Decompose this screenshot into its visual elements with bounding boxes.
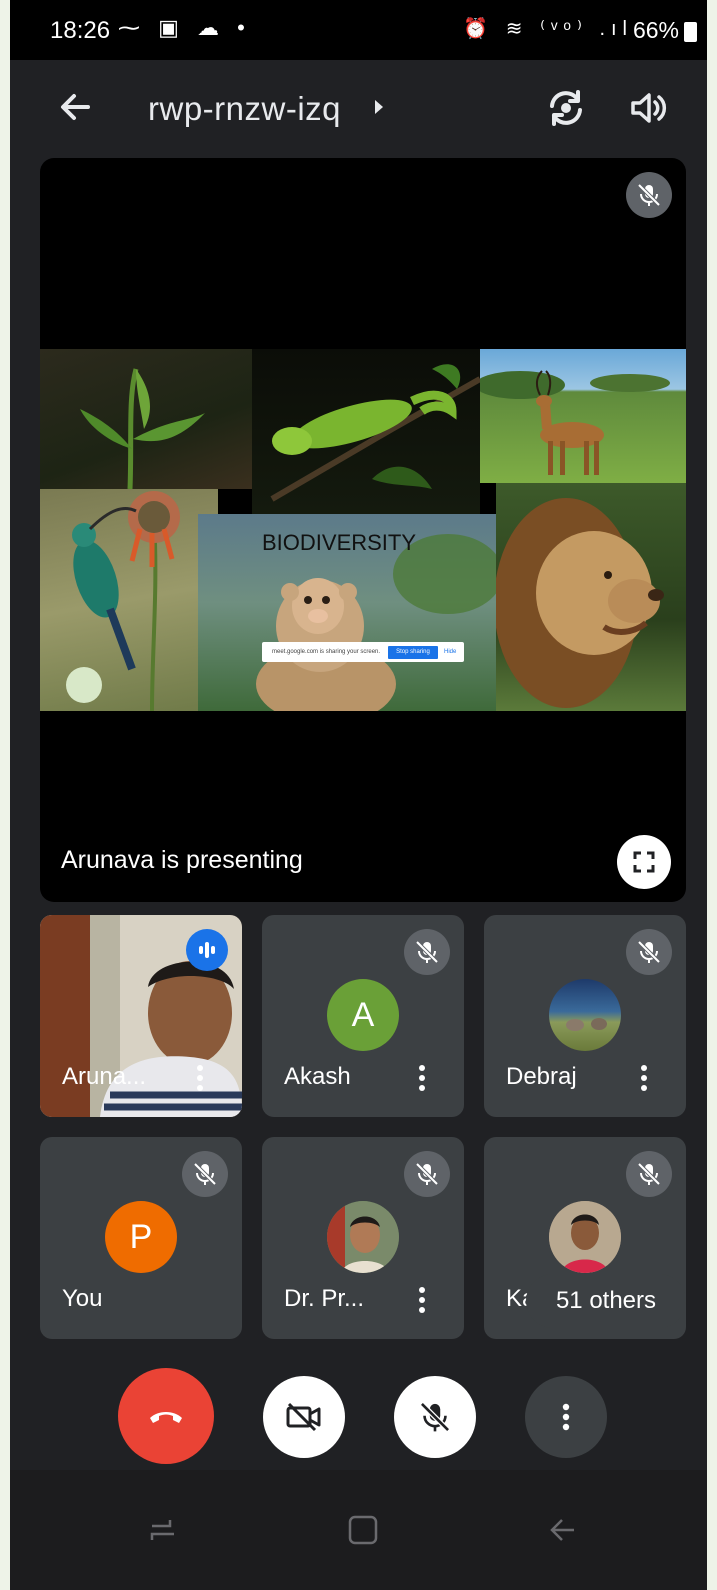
mic-off-badge: [404, 1151, 450, 1197]
back-button[interactable]: [54, 86, 96, 128]
camera-off-icon: [286, 1402, 321, 1432]
status-time: 18:26: [50, 17, 111, 44]
mic-off-icon: [415, 1162, 439, 1186]
mic-off-badge: [182, 1151, 228, 1197]
switch-camera-icon: [550, 90, 582, 126]
others-count-pill[interactable]: 51 others: [526, 1274, 686, 1328]
mic-off-badge: [626, 929, 672, 975]
participant-tile-you[interactable]: P You: [40, 1137, 242, 1339]
avatar: [549, 979, 621, 1051]
avatar: P: [105, 1201, 177, 1273]
presentation-tile[interactable]: BIODIVERSITY meet.google.com is sharing …: [40, 158, 686, 902]
system-status-icons: ⏰ ≋ ⁽ᵛᵒ⁾ .ıl: [463, 18, 633, 40]
bird-photo: [40, 489, 218, 711]
camera-toggle-button[interactable]: [263, 1376, 345, 1458]
presenter-mic-off-badge: [626, 172, 672, 218]
mic-toggle-button[interactable]: [394, 1376, 476, 1458]
status-bar: 18:26 ⁓ ▣ ☁ • ⏰ ≋ ⁽ᵛᵒ⁾ .ıl 66%: [10, 0, 707, 60]
stop-sharing-button[interactable]: Stop sharing: [388, 646, 438, 659]
plant-photo: [40, 349, 252, 489]
meet-screen: 18:26 ⁓ ▣ ☁ • ⏰ ≋ ⁽ᵛᵒ⁾ .ıl 66% rwp-rnzw-…: [10, 0, 707, 1590]
participant-name: Dr. Pr...: [284, 1285, 365, 1312]
back-arrow-icon: [61, 94, 90, 120]
battery-icon: [684, 22, 697, 42]
avatar: A: [327, 979, 399, 1051]
participant-name: Debraj: [506, 1063, 577, 1090]
mic-off-icon: [637, 183, 661, 207]
notification-icons: ⁓ ▣ ☁ •: [118, 15, 251, 40]
system-navigation-bar: [10, 1470, 707, 1590]
audio-waves-icon: [199, 942, 215, 958]
fullscreen-icon: [633, 851, 655, 873]
antelope-photo: [480, 349, 686, 483]
end-call-icon: [150, 1412, 182, 1423]
mic-off-badge: [404, 929, 450, 975]
presenter-label: Arunava is presenting: [61, 846, 303, 874]
participant-name: Akash: [284, 1063, 351, 1090]
participant-name: Aruna...: [62, 1063, 147, 1090]
speaking-indicator: [186, 929, 228, 971]
avatar: [327, 1201, 399, 1273]
home-icon[interactable]: [347, 1514, 379, 1546]
hide-link[interactable]: Hide: [444, 649, 456, 655]
mic-off-icon: [415, 940, 439, 964]
speaker-icon: [631, 93, 667, 123]
lion-photo: [496, 483, 686, 711]
switch-camera-button[interactable]: [544, 86, 588, 130]
slide-title: BIODIVERSITY: [262, 530, 417, 555]
participant-tile-debraj[interactable]: Debraj: [484, 915, 686, 1117]
participant-tile-arunava[interactable]: Aruna...: [40, 915, 242, 1117]
participant-menu-button[interactable]: [412, 1283, 432, 1317]
speaker-button[interactable]: [628, 88, 668, 128]
mic-off-badge: [626, 1151, 672, 1197]
biodiversity-slide: BIODIVERSITY meet.google.com is sharing …: [198, 514, 496, 711]
avatar: [549, 1201, 621, 1273]
more-options-icon: [562, 1403, 570, 1431]
participant-name: You: [62, 1285, 103, 1312]
battery-percentage: 66%: [632, 17, 679, 43]
caret-right-icon[interactable]: [372, 98, 386, 116]
top-bar: rwp-rnzw-izq: [10, 60, 707, 156]
nav-back-icon[interactable]: [546, 1516, 576, 1544]
fullscreen-button[interactable]: [617, 835, 671, 889]
participant-menu-button[interactable]: [412, 1061, 432, 1095]
participant-tile-akash[interactable]: A Akash: [262, 915, 464, 1117]
mic-off-icon: [637, 1162, 661, 1186]
end-call-button[interactable]: [118, 1368, 214, 1464]
screen-share-notice: meet.google.com is sharing your screen. …: [262, 642, 464, 662]
meeting-code[interactable]: rwp-rnzw-izq: [148, 90, 341, 128]
shared-screen-collage: BIODIVERSITY meet.google.com is sharing …: [40, 349, 686, 711]
participant-menu-button[interactable]: [190, 1061, 210, 1095]
more-options-button[interactable]: [525, 1376, 607, 1458]
mic-off-icon: [420, 1402, 450, 1432]
mic-off-icon: [637, 940, 661, 964]
chameleon-photo: [252, 349, 480, 514]
recent-apps-icon[interactable]: [148, 1516, 178, 1544]
mic-off-icon: [193, 1162, 217, 1186]
share-notice-text: meet.google.com is sharing your screen.: [272, 649, 381, 655]
participant-menu-button[interactable]: [634, 1061, 654, 1095]
participant-tile-dr-pr[interactable]: Dr. Pr...: [262, 1137, 464, 1339]
